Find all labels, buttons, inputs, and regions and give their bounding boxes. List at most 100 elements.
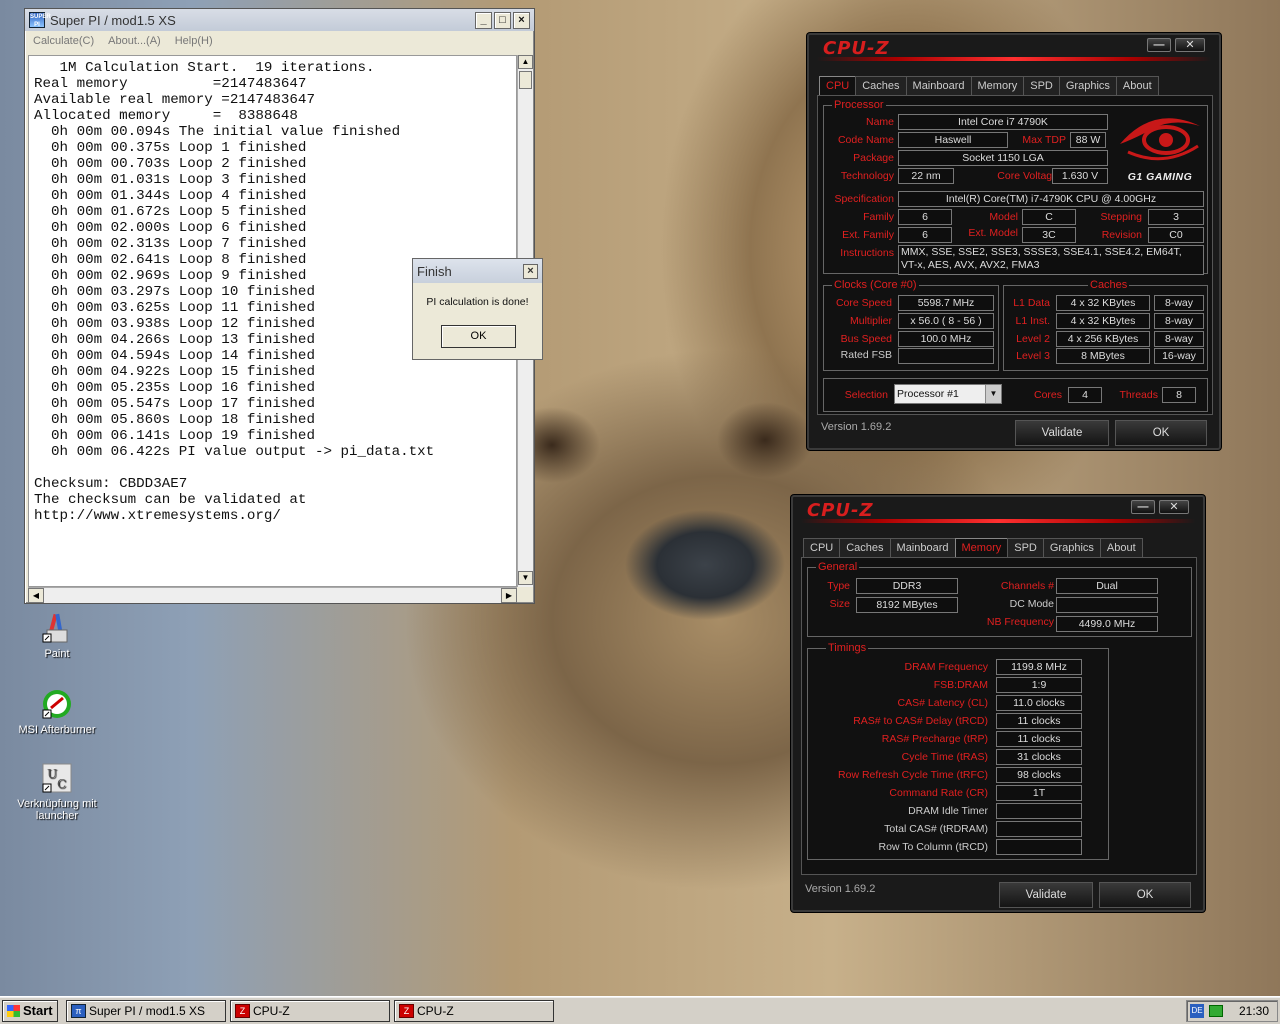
console-line: 0h 00m 05.860s Loop 18 finished [34,412,315,428]
processor-select[interactable]: Processor #1 ▼ [894,384,1002,404]
desktop-icon-paint[interactable]: Paint [15,612,99,660]
tab-memory[interactable]: Memory [970,76,1025,95]
taskbar-item-cpuz-2[interactable]: Z CPU-Z [394,1000,554,1022]
timing-label: RAS# Precharge (tRP) [881,733,988,745]
cpuz-cpu-window[interactable]: CPU-Z — ✕ CPU Caches Mainboard Memory SP… [807,33,1221,450]
dialog-title: Finish [417,263,452,279]
validate-button[interactable]: Validate [999,882,1093,908]
tab-about[interactable]: About [1115,76,1159,95]
channels-value: Dual [1056,578,1158,594]
timing-value: 11.0 clocks [996,695,1082,711]
stepping-label: Stepping [1100,211,1142,223]
title-accent [817,57,1211,61]
tab-graphics[interactable]: Graphics [1042,538,1101,557]
tab-mainboard[interactable]: Mainboard [889,538,956,557]
minimize-button[interactable]: — [1131,500,1155,514]
g1-gaming-logo: G1 GAMING [1114,110,1206,183]
corevoltage-label: Core Voltage [997,170,1058,182]
nbfrequency-value: 4499.0 MHz [1056,616,1158,632]
superpi-titlebar[interactable]: SUPER PI Super PI / mod1.5 XS _ □ × [25,9,534,31]
tab-caches[interactable]: Caches [839,538,891,557]
menu-help[interactable]: Help(H) [175,35,213,47]
dialog-ok-button[interactable]: OK [441,325,516,348]
superpi-app-icon: π [71,1004,86,1018]
menu-about[interactable]: About...(A) [108,35,161,47]
extfamily-label: Ext. Family [842,229,894,241]
tab-about[interactable]: About [1099,538,1143,557]
menu-calculate[interactable]: Calculate(C) [33,35,94,47]
cpuz-memory-window[interactable]: CPU-Z — ✕ CPU Caches Mainboard Memory SP… [791,495,1205,912]
start-button[interactable]: Start [2,1000,58,1022]
horizontal-scrollbar[interactable]: ◀ ▶ [28,587,517,603]
specification-label: Specification [834,193,894,205]
tab-memory[interactable]: Memory [954,538,1009,557]
desktop-icon-launcher[interactable]: UC Verknüpfung mit launcher [15,762,99,822]
timing-label: CAS# Latency (CL) [897,697,988,709]
timing-value [996,821,1082,837]
processor-group: Processor Name Intel Core i7 4790K Code … [823,99,1208,275]
validate-button[interactable]: Validate [1015,420,1109,446]
close-button[interactable]: ✕ [1159,500,1189,514]
busspeed-label: Bus Speed [840,333,892,345]
clock[interactable]: 21:30 [1239,1001,1269,1021]
close-button[interactable]: × [513,11,530,29]
tab-caches[interactable]: Caches [855,76,907,95]
l1inst-label: L1 Inst. [1015,315,1050,327]
afterburner-icon [41,688,73,720]
taskbar-item-label: Super PI / mod1.5 XS [89,1004,206,1018]
level3-value: 8 MBytes [1056,348,1150,364]
cpuz-app-icon: Z [399,1004,414,1018]
busspeed-value: 100.0 MHz [898,331,994,347]
instructions-line-2: VT-x, AES, AVX, AVX2, FMA3 [901,259,1040,271]
tab-graphics[interactable]: Graphics [1058,76,1117,95]
minimize-button[interactable]: — [1147,38,1171,52]
corespeed-label: Core Speed [835,297,892,309]
processor-label: Processor [832,99,886,111]
ok-button[interactable]: OK [1099,882,1191,908]
l1data-way: 8-way [1154,295,1204,311]
windows-logo-icon [7,1005,20,1017]
channels-label: Channels # [1000,580,1054,592]
desktop-icon-label: Verknüpfung mit launcher [17,798,97,822]
timing-value: 11 clocks [996,731,1082,747]
taskbar-item-superpi[interactable]: π Super PI / mod1.5 XS [66,1000,226,1022]
console-line: Available real memory =2147483647 [34,92,315,108]
ok-button[interactable]: OK [1115,420,1207,446]
console-line: 0h 00m 02.000s Loop 6 finished [34,220,307,236]
minimize-button[interactable]: _ [475,11,492,29]
finish-dialog[interactable]: Finish × PI calculation is done! OK [412,258,543,360]
codename-label: Code Name [837,134,894,146]
svg-text:C: C [57,777,66,791]
tab-cpu[interactable]: CPU [819,76,857,95]
scroll-up-icon[interactable]: ▲ [518,55,533,69]
timing-label: Command Rate (CR) [889,787,988,799]
scroll-left-icon[interactable]: ◀ [28,588,44,603]
network-icon[interactable] [1209,1005,1223,1017]
desktop-icon-msi-afterburner[interactable]: MSI Afterburner [15,688,99,736]
tab-spd[interactable]: SPD [1007,538,1044,557]
console-line: 0h 00m 05.235s Loop 16 finished [34,380,315,396]
chevron-down-icon[interactable]: ▼ [985,385,1001,403]
console-line: 0h 00m 02.313s Loop 7 finished [34,236,307,252]
tab-mainboard[interactable]: Mainboard [905,76,972,95]
language-indicator[interactable]: DE [1190,1004,1204,1018]
dialog-titlebar[interactable]: Finish × [413,259,542,283]
instructions-label: Instructions [840,247,894,259]
tab-cpu[interactable]: CPU [803,538,841,557]
scroll-thumb[interactable] [519,71,532,89]
close-button[interactable]: ✕ [1175,38,1205,52]
dialog-close-icon[interactable]: × [523,263,538,279]
general-label: General [816,561,860,573]
scroll-down-icon[interactable]: ▼ [518,571,533,585]
cores-label: Cores [1033,389,1062,401]
tab-spd[interactable]: SPD [1023,76,1060,95]
taskbar-item-cpuz-1[interactable]: Z CPU-Z [230,1000,390,1022]
maximize-button[interactable]: □ [494,11,511,29]
revision-label: Revision [1101,229,1142,241]
clocks-group: Clocks (Core #0) Core Speed 5598.7 MHz M… [823,279,999,371]
l1inst-way: 8-way [1154,313,1204,329]
family-value: 6 [898,209,952,225]
scroll-right-icon[interactable]: ▶ [501,588,517,603]
launcher-icon: UC [41,762,73,794]
